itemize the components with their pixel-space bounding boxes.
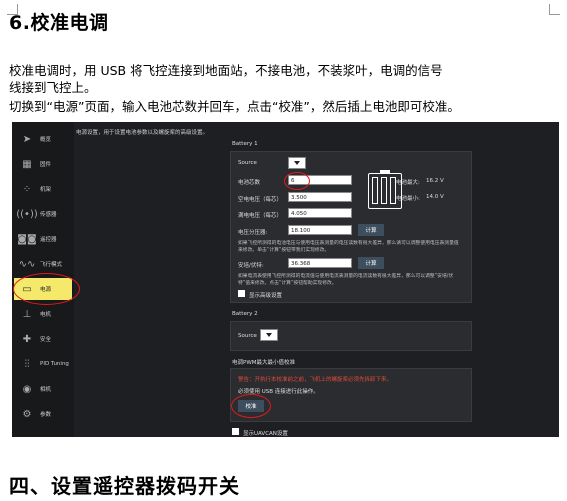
sidebar-item-label: 传感器	[40, 212, 57, 218]
sidebar-item-summary[interactable]: ➤ 概览	[14, 128, 72, 150]
amps-per-volt-label: 安培/伏特:	[238, 263, 264, 269]
sidebar-item-radio[interactable]: ◙◙ 遥控器	[14, 228, 72, 250]
sidebar-item-flight-modes[interactable]: ∿∿ 飞行模式	[14, 253, 72, 275]
battery-max-label: 电池最大:	[396, 180, 420, 186]
divider-note: 如果飞控所测得的电池电压与使用电压表测量的电压读数有很大差异，那么请可以调整使用…	[238, 241, 459, 253]
esc-warning: 警告：开执行本校准前之前，飞机上的螺旋桨必须先拆卸下来。	[238, 377, 393, 383]
waveform-icon: ∿∿	[18, 258, 36, 270]
battery2-source-select[interactable]	[260, 329, 278, 341]
advanced-settings-label: 显示高级设置	[249, 293, 283, 299]
battery1-title: Battery 1	[232, 141, 258, 147]
battery-max-value: 16.2 V	[426, 178, 444, 184]
page-description: 电源设置，用于设置电池参数以及螺旋桨的高级设置。	[76, 130, 209, 136]
section-heading-2: 四、设置遥控器拨码开关	[9, 474, 240, 498]
empty-voltage-input[interactable]: 3.500	[288, 192, 352, 202]
paper-plane-icon: ➤	[22, 133, 32, 145]
voltage-divider-input[interactable]: 18.100	[288, 225, 352, 235]
sidebar-item-firmware[interactable]: ▦ 固件	[14, 153, 72, 175]
cells-annotation-circle	[284, 172, 310, 190]
sidebar-item-label: 遥控器	[40, 237, 57, 243]
chip-icon: ▦	[22, 158, 32, 170]
sidebar-item-label: 概览	[40, 137, 52, 143]
esc-calibration-title: 电调PWM最大最小值校准	[232, 360, 296, 366]
safety-cross-icon: ✚	[22, 333, 32, 345]
sidebar-item-pid-tuning[interactable]: ⫶⫶ PID Tuning	[14, 353, 72, 375]
paragraph-line-3: 切换到“电源”页面，输入电池芯数并回车，点击“校准”，然后插上电池即可校准。	[9, 99, 460, 114]
paragraph-line-1: 校准电调时，用 USB 将飞控连接到地面站，不接电池，不装浆叶，电调的信号	[9, 63, 443, 78]
sidebar-item-label: 安全	[40, 337, 52, 343]
radio-controller-icon: ◙◙	[17, 233, 37, 245]
power-annotation-circle	[13, 273, 80, 305]
sidebar-item-label: 相机	[40, 387, 52, 393]
sidebar-item-label: 固件	[40, 162, 52, 168]
motor-icon: ⊥	[22, 308, 32, 320]
battery2-source-label: Source	[238, 333, 257, 339]
battery2-title: Battery 2	[232, 311, 258, 317]
radio-waves-icon: ((•))	[16, 208, 38, 220]
battery-cell	[372, 177, 378, 204]
qgc-power-screenshot: ➤ 概览 ▦ 固件 ⁘ 机架 ((•)) 传感器 ◙◙ 遥控器 ∿∿ 飞行模式 …	[12, 122, 559, 437]
calibrate-annotation-circle	[231, 394, 271, 418]
page-corner-mark-right	[549, 4, 560, 15]
battery-cell	[381, 177, 387, 204]
sidebar-item-airframe[interactable]: ⁘ 机架	[14, 178, 72, 200]
sidebar-item-parameters[interactable]: ⚙ 参数	[14, 403, 72, 425]
sidebar-item-motors[interactable]: ⊥ 电机	[14, 303, 72, 325]
sliders-icon: ⫶⫶	[24, 358, 30, 370]
amps-note: 如果电流表使用飞控所测得的电流值与使用电流表测量的电流读数有很大差异，那么可以调…	[238, 274, 454, 286]
paragraph-line-2: 线接到飞控上。	[9, 80, 97, 95]
section-heading: 6.校准电调	[9, 12, 109, 34]
sidebar-item-safety[interactable]: ✚ 安全	[14, 328, 72, 350]
battery1-source-select[interactable]	[288, 157, 306, 169]
voltage-divider-label: 电压分压器:	[238, 230, 268, 236]
sidebar-item-label: 机架	[40, 187, 52, 193]
battery-min-label: 电池最小:	[396, 196, 420, 202]
empty-voltage-label: 空电电压（每芯）	[238, 197, 283, 203]
airframe-icon: ⁘	[22, 183, 32, 195]
sidebar-item-sensors[interactable]: ((•)) 传感器	[14, 203, 72, 225]
camera-icon: ◉	[22, 383, 32, 395]
full-voltage-label: 满电电压（每芯）	[238, 213, 283, 219]
sidebar-item-label: 飞行模式	[40, 262, 63, 268]
cells-label: 电池芯数	[238, 180, 261, 186]
uavcan-label: 显示UAVCAN设置	[243, 431, 288, 437]
source-label: Source	[238, 160, 257, 166]
battery-min-value: 14.0 V	[426, 194, 444, 200]
uavcan-checkbox[interactable]	[232, 428, 239, 435]
gears-icon: ⚙	[22, 408, 32, 420]
sidebar-item-label: PID Tuning	[40, 361, 69, 367]
full-voltage-input[interactable]: 4.050	[288, 208, 352, 218]
amps-per-volt-input[interactable]: 36.368	[288, 258, 352, 268]
divider-calculate-button[interactable]: 计算	[358, 224, 384, 236]
sidebar-item-camera[interactable]: ◉ 相机	[14, 378, 72, 400]
sidebar-item-label: 电机	[40, 312, 52, 318]
sidebar-item-label: 参数	[40, 412, 52, 418]
amps-calculate-button[interactable]: 计算	[358, 257, 384, 269]
advanced-settings-checkbox[interactable]	[238, 290, 245, 297]
